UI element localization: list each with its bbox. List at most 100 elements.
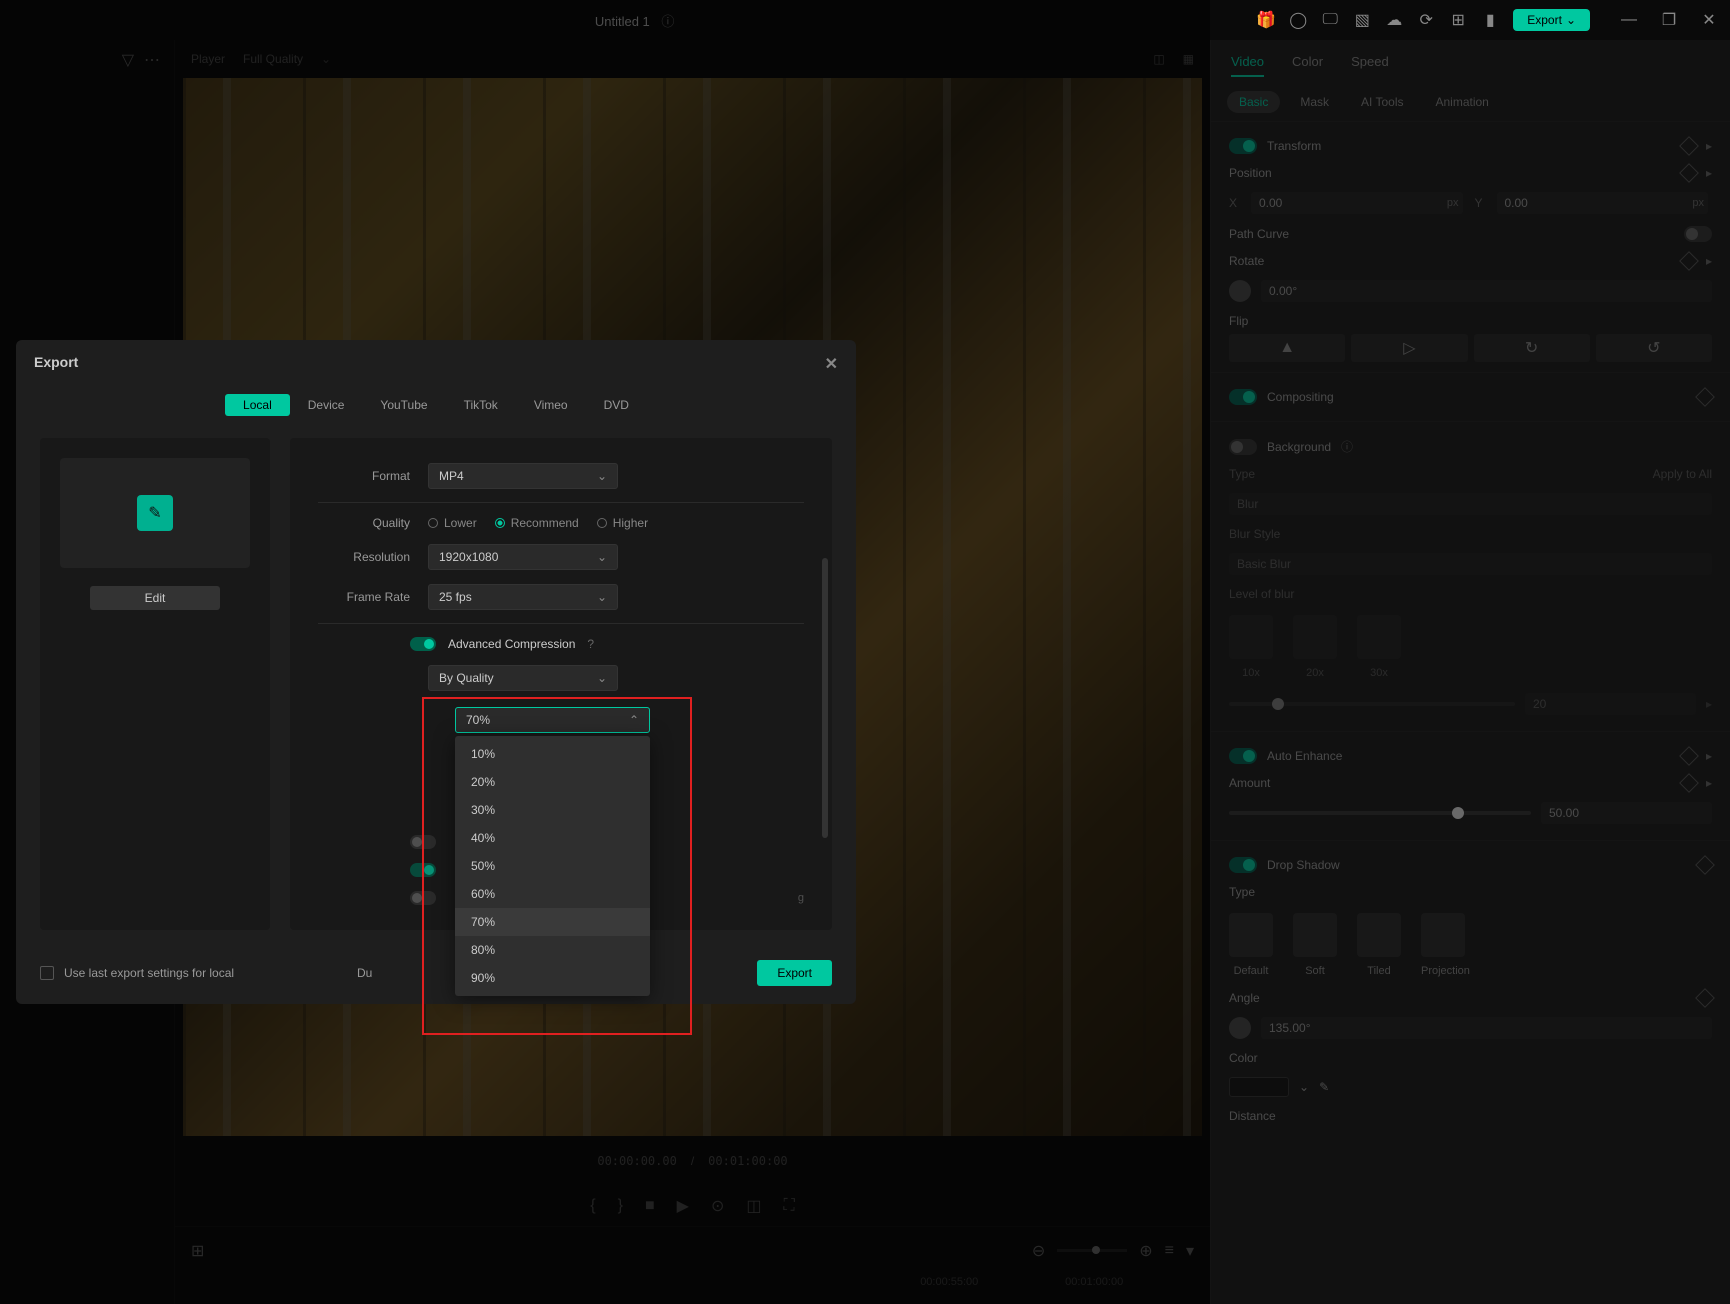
blur-value[interactable] — [1525, 693, 1696, 715]
color-swatch[interactable] — [1229, 1077, 1289, 1097]
shadow-type-default[interactable]: Default — [1229, 913, 1273, 977]
angle-input[interactable] — [1261, 1017, 1712, 1039]
flip-vertical-button[interactable]: ▷ — [1351, 334, 1467, 362]
extra-toggle-1[interactable] — [410, 835, 436, 849]
framerate-select[interactable]: 25 fps⌄ — [428, 584, 618, 610]
apply-all-button[interactable]: Apply to All — [1653, 467, 1712, 481]
keyframe-icon[interactable] — [1679, 163, 1699, 183]
resolution-select[interactable]: 1920x1080⌄ — [428, 544, 618, 570]
export-button[interactable]: Export ⌄ — [1513, 9, 1590, 31]
close-icon[interactable]: ✕ — [825, 354, 838, 374]
blur-slider[interactable] — [1229, 702, 1515, 706]
blur-style-select[interactable] — [1229, 553, 1712, 575]
extra-toggle-2[interactable] — [410, 863, 436, 877]
export-tab-dvd[interactable]: DVD — [586, 394, 647, 416]
close-window-icon[interactable]: ✕ — [1700, 11, 1718, 29]
export-tab-device[interactable]: Device — [290, 394, 363, 416]
expand-icon[interactable]: ▸ — [1706, 776, 1712, 790]
refresh-icon[interactable]: ⟳ — [1417, 11, 1435, 29]
keyframe-icon[interactable] — [1695, 387, 1715, 407]
amount-slider[interactable] — [1229, 811, 1531, 815]
amount-input[interactable] — [1541, 802, 1712, 824]
flip-horizontal-button[interactable]: ▲ — [1229, 334, 1345, 362]
quality-radio-lower[interactable]: Lower — [428, 516, 477, 530]
blur-level-option[interactable]: 10x — [1229, 615, 1273, 679]
path-curve-toggle[interactable] — [1684, 226, 1712, 242]
quality-option-10[interactable]: 10% — [455, 740, 650, 768]
quality-option-50[interactable]: 50% — [455, 852, 650, 880]
quality-option-40[interactable]: 40% — [455, 824, 650, 852]
expand-icon[interactable]: ▸ — [1706, 166, 1712, 180]
compositing-toggle[interactable] — [1229, 389, 1257, 405]
adv-compression-toggle[interactable] — [410, 637, 436, 651]
export-confirm-button[interactable]: Export — [757, 960, 832, 986]
rotate-knob[interactable] — [1229, 280, 1251, 302]
extra-toggle-3[interactable] — [410, 891, 436, 905]
rotate-ccw-button[interactable]: ↺ — [1596, 334, 1712, 362]
subtab-mask[interactable]: Mask — [1288, 91, 1341, 113]
keyframe-icon[interactable] — [1695, 988, 1715, 1008]
expand-icon[interactable]: ▸ — [1706, 254, 1712, 268]
quality-option-20[interactable]: 20% — [455, 768, 650, 796]
transform-toggle[interactable] — [1229, 138, 1257, 154]
quality-option-60[interactable]: 60% — [455, 880, 650, 908]
keyframe-icon[interactable] — [1679, 773, 1699, 793]
tab-video[interactable]: Video — [1231, 54, 1264, 77]
image-icon[interactable]: ▧ — [1353, 11, 1371, 29]
bg-type-select[interactable] — [1229, 493, 1712, 515]
keyframe-icon[interactable] — [1679, 251, 1699, 271]
subtab-animation[interactable]: Animation — [1423, 91, 1500, 113]
export-tab-local[interactable]: Local — [225, 394, 290, 416]
edit-thumbnail-button[interactable]: Edit — [90, 586, 220, 610]
maximize-icon[interactable]: ❐ — [1660, 11, 1678, 29]
layers-icon[interactable]: ▮ — [1481, 11, 1499, 29]
cloud-icon[interactable]: ☁ — [1385, 11, 1403, 29]
blur-level-option[interactable]: 20x — [1293, 615, 1337, 679]
export-tab-youtube[interactable]: YouTube — [362, 394, 445, 416]
tab-speed[interactable]: Speed — [1351, 54, 1389, 77]
blur-level-option[interactable]: 30x — [1357, 615, 1401, 679]
scrollbar[interactable] — [822, 558, 828, 838]
quality-option-80[interactable]: 80% — [455, 936, 650, 964]
keyframe-icon[interactable] — [1679, 746, 1699, 766]
shadow-type-soft[interactable]: Soft — [1293, 913, 1337, 977]
tab-color[interactable]: Color — [1292, 54, 1323, 77]
quality-percent-select[interactable]: 70% ⌃ — [455, 707, 650, 733]
drop-shadow-toggle[interactable] — [1229, 857, 1257, 873]
minimize-icon[interactable]: — — [1620, 11, 1638, 29]
auto-enhance-toggle[interactable] — [1229, 748, 1257, 764]
subtab-aitools[interactable]: AI Tools — [1349, 91, 1415, 113]
eyedropper-icon[interactable]: ✎ — [1319, 1080, 1329, 1094]
format-select[interactable]: MP4⌄ — [428, 463, 618, 489]
background-toggle[interactable] — [1229, 439, 1257, 455]
compression-mode-select[interactable]: By Quality⌄ — [428, 665, 618, 691]
rotate-cw-button[interactable]: ↻ — [1474, 334, 1590, 362]
quality-option-70[interactable]: 70% — [455, 908, 650, 936]
expand-icon[interactable]: ▸ — [1706, 697, 1712, 711]
quality-option-30[interactable]: 30% — [455, 796, 650, 824]
quality-radio-higher[interactable]: Higher — [597, 516, 648, 530]
expand-icon[interactable]: ▸ — [1706, 749, 1712, 763]
export-tab-vimeo[interactable]: Vimeo — [516, 394, 586, 416]
quality-radio-recommend[interactable]: Recommend — [495, 516, 579, 530]
keyframe-icon[interactable] — [1679, 136, 1699, 156]
gift-icon[interactable]: 🎁 — [1257, 11, 1275, 29]
circle-icon[interactable]: ◯ — [1289, 11, 1307, 29]
quality-option-90[interactable]: 90% — [455, 964, 650, 992]
subtab-basic[interactable]: Basic — [1227, 91, 1280, 113]
info-icon[interactable]: ⓘ — [1341, 438, 1353, 455]
chevron-down-icon[interactable]: ⌄ — [1299, 1080, 1309, 1094]
grid-icon[interactable]: ⊞ — [1449, 11, 1467, 29]
shadow-type-projection[interactable]: Projection — [1421, 913, 1470, 977]
keyframe-icon[interactable] — [1695, 855, 1715, 875]
export-tab-tiktok[interactable]: TikTok — [446, 394, 516, 416]
angle-knob[interactable] — [1229, 1017, 1251, 1039]
position-x-input[interactable] — [1251, 192, 1463, 214]
rotate-input[interactable] — [1261, 280, 1712, 302]
position-y-input[interactable] — [1497, 192, 1709, 214]
expand-icon[interactable]: ▸ — [1706, 139, 1712, 153]
monitor-icon[interactable]: 🖵 — [1321, 11, 1339, 29]
help-icon[interactable]: ? — [587, 637, 594, 651]
shadow-type-tiled[interactable]: Tiled — [1357, 913, 1401, 977]
use-last-checkbox[interactable] — [40, 966, 54, 980]
